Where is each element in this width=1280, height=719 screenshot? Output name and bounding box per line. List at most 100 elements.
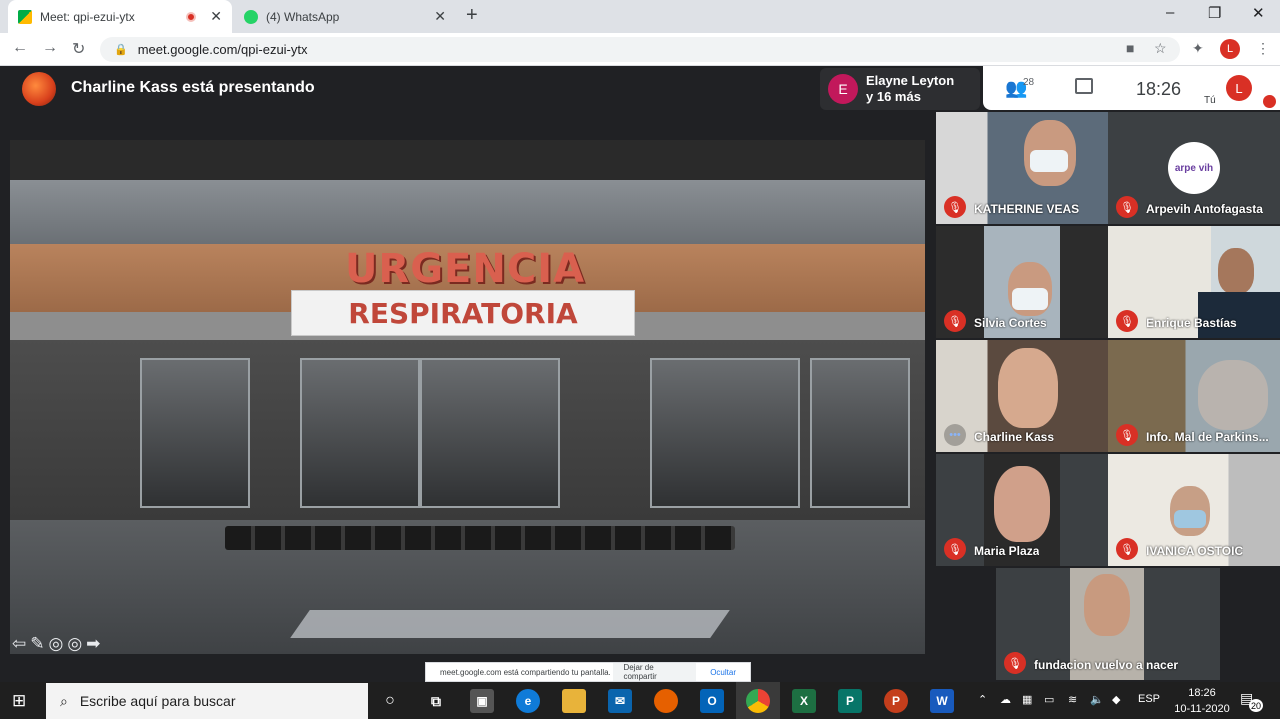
notification-count: 20 bbox=[1249, 699, 1263, 712]
word-icon[interactable]: W bbox=[930, 689, 954, 713]
participant-suit bbox=[1198, 292, 1280, 338]
tab-whatsapp[interactable]: (4) WhatsApp ✕ bbox=[234, 0, 456, 33]
clock-time: 18:26 bbox=[1188, 687, 1216, 699]
wifi-icon[interactable]: ≋ bbox=[1068, 693, 1077, 706]
tab-title: Meet: qpi-ezui-ytx bbox=[40, 9, 135, 24]
participant-face bbox=[1198, 360, 1268, 430]
participant-face bbox=[1084, 574, 1130, 636]
onedrive-icon[interactable]: ☁ bbox=[1000, 693, 1011, 706]
mic-off-icon: 🎙 bbox=[944, 538, 966, 560]
close-window-button[interactable]: ✕ bbox=[1252, 4, 1265, 22]
mic-off-icon: 🎙 bbox=[944, 310, 966, 332]
participant-face bbox=[998, 348, 1058, 428]
task-view-icon[interactable]: ⧉ bbox=[424, 689, 448, 713]
outlook-icon[interactable]: O bbox=[700, 689, 724, 713]
close-tab-icon[interactable]: ✕ bbox=[434, 8, 446, 25]
battery-icon[interactable]: ▭ bbox=[1044, 693, 1054, 706]
mic-off-icon bbox=[1263, 95, 1276, 108]
menu-dots-icon[interactable]: ⋮ bbox=[1256, 40, 1270, 57]
chrome-icon[interactable] bbox=[746, 689, 770, 713]
url-text: meet.google.com/qpi-ezui-ytx bbox=[137, 42, 308, 57]
participant-name: Arpevih Antofagasta bbox=[1146, 202, 1263, 216]
extensions-icon[interactable]: ✦ bbox=[1192, 40, 1204, 57]
search-icon: ⌕ bbox=[60, 692, 68, 709]
sign-urgencia: URGENCIA bbox=[344, 246, 586, 292]
reload-icon[interactable]: ↻ bbox=[72, 39, 85, 59]
taskbar-search[interactable]: ⌕ Escribe aquí para buscar bbox=[46, 683, 368, 719]
presenters-chip[interactable]: E Elayne Leyton y 16 más bbox=[820, 68, 980, 110]
arpevih-logo-icon: arpe vih bbox=[1168, 142, 1220, 194]
slide-toolbar[interactable]: ⇦✎◎◎➡ bbox=[12, 634, 104, 654]
chat-icon[interactable] bbox=[1075, 78, 1093, 94]
tray-app-icon[interactable]: ▦ bbox=[1022, 693, 1032, 706]
meeting-clock: 18:26 bbox=[1136, 79, 1182, 99]
slide-bench bbox=[225, 526, 735, 550]
profile-avatar[interactable]: L bbox=[1220, 39, 1240, 59]
shared-slide: URGENCIA RESPIRATORIA bbox=[10, 140, 925, 654]
windows-start-icon[interactable]: ⊞ bbox=[12, 691, 26, 711]
screen-share-banner: meet.google.com está compartiendo tu pan… bbox=[425, 662, 751, 682]
participant-name: Charline Kass bbox=[974, 430, 1055, 444]
slide-window bbox=[650, 358, 800, 508]
participant-tile[interactable]: 🎙 Silvia Cortes bbox=[936, 226, 1108, 338]
sign-board: RESPIRATORIA bbox=[291, 290, 635, 336]
excel-icon[interactable]: X bbox=[792, 689, 816, 713]
language-indicator[interactable]: ESP bbox=[1138, 693, 1160, 705]
participant-tile[interactable]: 🎙 Enrique Bastías bbox=[1108, 226, 1280, 338]
taskbar-clock[interactable]: 18:26 10-11-2020 bbox=[1174, 685, 1230, 717]
tab-title: (4) WhatsApp bbox=[266, 9, 340, 24]
new-tab-button[interactable]: + bbox=[466, 4, 478, 27]
participant-tile[interactable]: 🎙 Info. Mal de Parkins... bbox=[1108, 340, 1280, 452]
dropbox-icon[interactable]: ◆ bbox=[1112, 693, 1120, 706]
self-avatar[interactable]: L bbox=[1226, 75, 1252, 101]
browser-toolbar: ← → ↻ 🔒 meet.google.com/qpi-ezui-ytx ■ ☆… bbox=[0, 33, 1280, 66]
mail-icon[interactable]: ✉ bbox=[608, 689, 632, 713]
store-icon[interactable]: ▣ bbox=[470, 689, 494, 713]
cortana-icon[interactable]: ○ bbox=[378, 689, 402, 713]
mic-off-icon: 🎙 bbox=[1004, 652, 1026, 674]
face-mask bbox=[1012, 288, 1048, 310]
file-explorer-icon[interactable] bbox=[562, 689, 586, 713]
participant-tile[interactable]: arpe vih 🎙 Arpevih Antofagasta bbox=[1108, 112, 1280, 224]
participant-tile[interactable]: ••• Charline Kass bbox=[936, 340, 1108, 452]
camera-icon[interactable]: ■ bbox=[1126, 40, 1134, 56]
slide-window bbox=[810, 358, 910, 508]
slide-sky bbox=[10, 140, 925, 180]
search-placeholder: Escribe aquí para buscar bbox=[79, 693, 236, 709]
back-icon[interactable]: ← bbox=[12, 39, 28, 57]
meet-tools-panel: 👥 28 18:26 Tú L bbox=[983, 66, 1280, 110]
participant-name: IVANICA OSTOIC bbox=[1146, 544, 1244, 558]
volume-icon[interactable]: 🔈 bbox=[1090, 693, 1104, 706]
close-tab-icon[interactable]: ✕ bbox=[210, 8, 222, 25]
minimize-button[interactable]: – bbox=[1166, 4, 1174, 21]
presenting-title: Charline Kass está presentando bbox=[71, 79, 315, 96]
face-mask bbox=[1174, 510, 1206, 528]
stop-sharing-button[interactable]: Dejar de compartir bbox=[613, 663, 697, 681]
participant-face bbox=[994, 466, 1050, 542]
google-meet-icon bbox=[18, 9, 32, 24]
browser-tab-strip: Meet: qpi-ezui-ytx ✕ (4) WhatsApp ✕ + – … bbox=[0, 0, 1280, 33]
participant-name: Maria Plaza bbox=[974, 544, 1040, 558]
share-banner-text: meet.google.com está compartiendo tu pan… bbox=[440, 667, 611, 677]
tray-chevron-icon[interactable]: ⌃ bbox=[978, 693, 987, 706]
participant-count: 28 bbox=[1023, 77, 1035, 88]
whatsapp-icon bbox=[244, 9, 258, 24]
tab-meet[interactable]: Meet: qpi-ezui-ytx ✕ bbox=[8, 0, 232, 33]
forward-icon[interactable]: → bbox=[42, 39, 58, 57]
hide-banner-button[interactable]: Ocultar bbox=[700, 663, 746, 681]
participant-tile[interactable]: 🎙 KATHERINE VEAS bbox=[936, 112, 1108, 224]
publisher-icon[interactable]: P bbox=[838, 689, 862, 713]
edge-icon[interactable]: e bbox=[516, 689, 540, 713]
firefox-icon[interactable] bbox=[654, 689, 678, 713]
participant-tile[interactable]: 🎙 IVANICA OSTOIC bbox=[1108, 454, 1280, 566]
address-bar[interactable]: 🔒 meet.google.com/qpi-ezui-ytx bbox=[100, 37, 1180, 62]
bookmark-star-icon[interactable]: ☆ bbox=[1154, 40, 1167, 57]
speaking-icon: ••• bbox=[944, 424, 966, 446]
participant-tile[interactable]: 🎙 fundacion vuelvo a nacer bbox=[996, 568, 1220, 680]
maximize-button[interactable]: ❐ bbox=[1208, 4, 1221, 22]
powerpoint-icon[interactable]: P bbox=[884, 689, 908, 713]
logo-text: arpe vih bbox=[1174, 162, 1214, 174]
recording-indicator-icon bbox=[186, 11, 197, 22]
mic-off-icon: 🎙 bbox=[1116, 538, 1138, 560]
participant-tile[interactable]: 🎙 Maria Plaza bbox=[936, 454, 1108, 566]
